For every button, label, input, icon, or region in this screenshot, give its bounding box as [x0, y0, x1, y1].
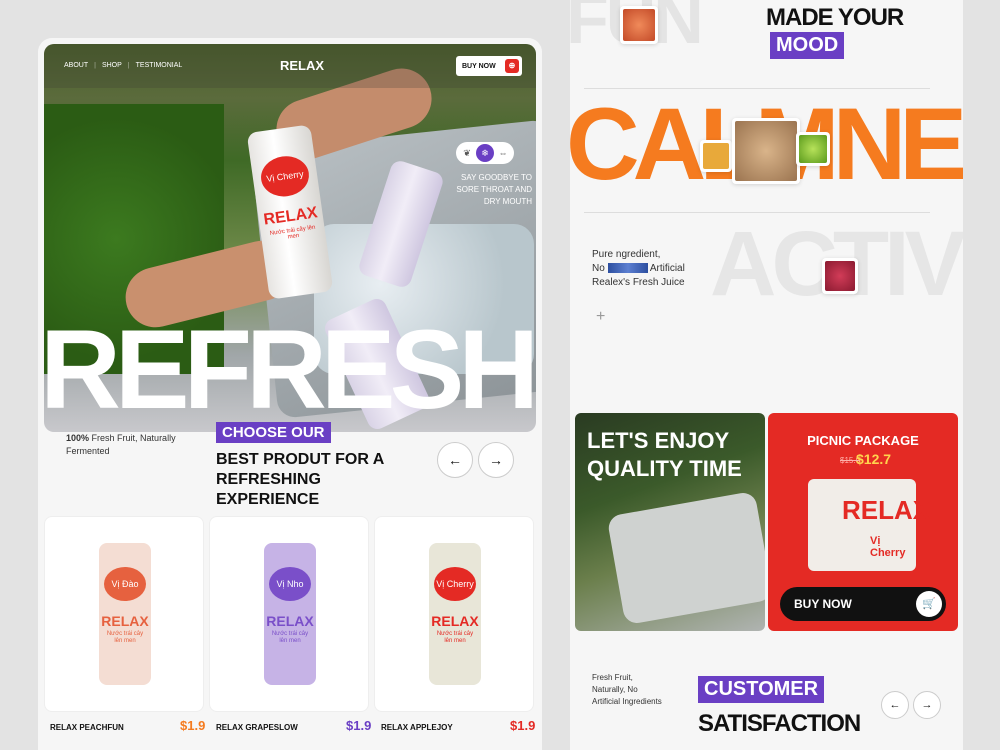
- cart-icon: 🛒: [916, 591, 942, 617]
- feature-icons: ❦ ❄ ⇔: [456, 142, 514, 164]
- nav-link-about[interactable]: ABOUT: [64, 62, 88, 69]
- pure-line: No: [592, 263, 605, 274]
- arrows-icon[interactable]: ⇔: [494, 144, 512, 162]
- can-flavor-label: Vị Cherry: [258, 153, 312, 200]
- picnic-title: PICNIC PACKAGE: [807, 433, 919, 448]
- mood-tag: MOOD: [770, 32, 845, 59]
- hero-tagline: SAY GOODBYE TO SORE THROAT AND DRY MOUTH: [456, 173, 532, 206]
- picnic-package-card[interactable]: PICNIC PACKAGE $15.0 $12.7 RELAX Vị Cher…: [768, 413, 958, 631]
- choose-our-tag: CHOOSE OUR: [216, 422, 331, 443]
- cart-icon: ⊕: [505, 59, 519, 73]
- product-flavor: Vị Đào: [104, 567, 146, 601]
- product-can: Vị Cherry RELAX Nước trái cây lên men: [429, 543, 481, 685]
- arrow-left-icon: ←: [448, 452, 462, 468]
- satisfaction-heading: SATISFACTION: [698, 710, 861, 737]
- next-button[interactable]: →: [478, 442, 514, 478]
- product-card[interactable]: Vị Nho RELAX Nước trái cây lên men: [209, 516, 369, 712]
- landing-page-main: Vị Cherry RELAX Nước trái cây lên men AB…: [38, 38, 542, 750]
- product-price: $1.9: [346, 718, 372, 733]
- product-price: $1.9: [510, 718, 536, 733]
- product-price: $1.9: [180, 718, 206, 733]
- testimonial-prev-button[interactable]: ←: [881, 691, 909, 719]
- product-brand: RELAX: [101, 613, 149, 629]
- pack-brand: RELAX: [842, 495, 931, 525]
- product-brand: RELAX: [431, 613, 479, 629]
- nav-link-shop[interactable]: SHOP: [102, 62, 122, 69]
- product-sub: Nước trái cây lên men: [106, 631, 144, 644]
- product-can: Vị Nho RELAX Nước trái cây lên men: [264, 543, 316, 685]
- testimonial-next-button[interactable]: →: [913, 691, 941, 719]
- product-flavor: Vị Cherry: [434, 567, 476, 601]
- buy-now-button[interactable]: BUY NOW ⊕: [456, 56, 522, 76]
- arrow-left-icon: ←: [889, 699, 901, 711]
- pack-flavor: Vị Cherry: [870, 535, 906, 559]
- lime-thumbnail: [796, 132, 830, 166]
- made-your-heading: MADE YOUR: [766, 4, 904, 31]
- pct-bold: 100%: [66, 433, 90, 443]
- arrow-right-icon: →: [921, 699, 933, 711]
- picnic-buy-button[interactable]: BUY NOW 🛒: [780, 587, 946, 621]
- cherry-thumbnail: [822, 258, 858, 294]
- nav-link-testimonial[interactable]: TESTIMONIAL: [136, 62, 183, 69]
- logo[interactable]: RELAX: [280, 58, 324, 73]
- product-can: Vị Đào RELAX Nước trái cây lên men: [99, 543, 151, 685]
- product-name: RELAX GRAPESLOW: [216, 723, 298, 732]
- product-sub: Nước trái cây lên men: [436, 631, 474, 644]
- nav-separator: |: [127, 62, 130, 69]
- ginger-thumbnail: [732, 118, 800, 184]
- pure-line-row: No Artificial: [592, 262, 685, 276]
- product-name: RELAX PEACHFUN: [50, 723, 124, 732]
- pure-line: Artificial: [649, 263, 685, 274]
- enjoy-headline: LET'S ENJOY QUALITY TIME: [587, 428, 742, 481]
- customer-tag: CUSTOMER: [698, 676, 825, 703]
- peach-thumbnail: [620, 6, 658, 44]
- people-avatars: [607, 263, 648, 274]
- picnic-buy-label: BUY NOW: [794, 597, 852, 611]
- leaf-icon[interactable]: ❦: [458, 144, 476, 162]
- pure-ingredient-note: Pure ngredient, No Artificial Realex's F…: [592, 248, 685, 290]
- choose-headline: BEST PRODUT FOR A REFRESHING EXPERIENCE: [216, 451, 384, 508]
- product-card[interactable]: Vị Đào RELAX Nước trái cây lên men: [44, 516, 204, 712]
- plus-icon[interactable]: +: [596, 308, 605, 326]
- product-name: RELAX APPLEJOY: [381, 723, 453, 732]
- fresh-line: Artificial Ingredients: [592, 697, 662, 706]
- fresh-fruit-note: 100% Fresh Fruit, Naturally Fermented: [66, 432, 176, 458]
- nav-separator: |: [94, 62, 96, 69]
- hero-big-word: REFRESHING: [44, 307, 536, 432]
- fresh-line: Naturally, No: [592, 685, 638, 694]
- fresh-line: Fresh Fruit,: [592, 673, 633, 682]
- product-flavor: Vị Nho: [269, 567, 311, 601]
- cooler-image: [606, 490, 765, 626]
- six-pack-image: RELAX Vị Cherry: [808, 479, 930, 571]
- arrow-right-icon: →: [489, 452, 503, 468]
- buy-now-label: BUY NOW: [462, 62, 496, 70]
- pure-line: Pure ngredient,: [592, 249, 661, 260]
- top-nav: ABOUT | SHOP | TESTIMONIAL RELAX BUY NOW…: [44, 44, 536, 88]
- product-list: Vị Đào RELAX Nước trái cây lên men Vị Nh…: [44, 516, 534, 712]
- pure-line: Realex's Fresh Juice: [592, 277, 685, 288]
- enjoy-card[interactable]: LET'S ENJOY QUALITY TIME: [575, 413, 765, 631]
- honey-thumbnail: [700, 140, 732, 172]
- snowflake-icon[interactable]: ❄: [476, 144, 494, 162]
- product-card[interactable]: Vị Cherry RELAX Nước trái cây lên men: [374, 516, 534, 712]
- fresh-fruit-note-small: Fresh Fruit, Naturally, No Artificial In…: [592, 672, 662, 708]
- picnic-new-price: $12.7: [856, 451, 892, 467]
- product-sub: Nước trái cây lên men: [271, 631, 309, 644]
- product-brand: RELAX: [266, 613, 314, 629]
- prev-button[interactable]: ←: [437, 442, 473, 478]
- landing-page-secondary: FUN MADE YOUR MOOD CALMNESS ACTIVE Pure …: [570, 0, 963, 750]
- hero-section: Vị Cherry RELAX Nước trái cây lên men AB…: [44, 44, 536, 432]
